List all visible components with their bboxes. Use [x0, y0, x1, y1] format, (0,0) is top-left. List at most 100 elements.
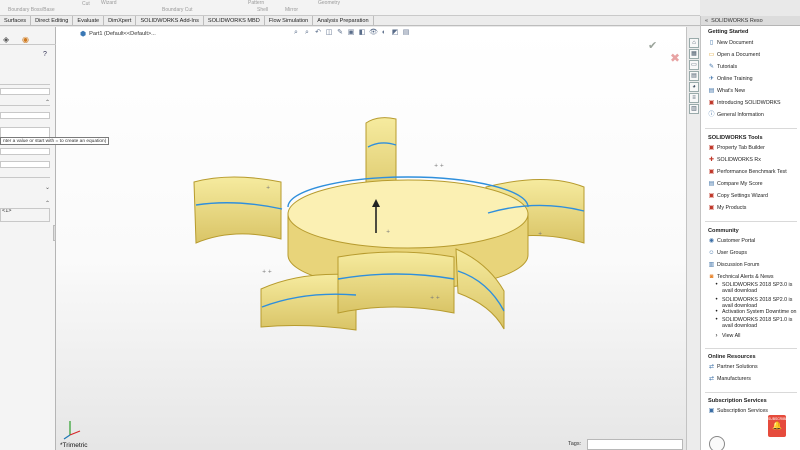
solidworks-rx-icon: ✚ [708, 157, 715, 163]
chevron-down-icon[interactable]: ⌄ [45, 184, 50, 191]
link-whats-new[interactable]: ▤ What's New [708, 88, 800, 95]
link-online-training[interactable]: ✈ Online Training [708, 76, 800, 83]
link-introducing-solidworks[interactable]: ▣ Introducing SOLIDWORKS [708, 100, 800, 107]
sketch-point-marker: + + [434, 163, 444, 169]
tab-solidworks-mbd[interactable]: SOLIDWORKS MBD [204, 16, 265, 25]
graphics-area[interactable]: ⬢ Part1 (Default<<Default>... ⌕ ⌕ ↶ ◫ ✎ … [56, 27, 698, 450]
task-pane-title: SOLIDWORKS Reso [711, 18, 763, 24]
view-palette-icon[interactable]: ▤ [689, 71, 699, 81]
fin-front [337, 251, 455, 314]
link-performance-benchmark[interactable]: ▣ Performance Benchmark Test [708, 169, 800, 176]
link-property-tab-builder[interactable]: ▣ Property Tab Builder [708, 145, 800, 152]
link-manufacturers[interactable]: ⇄ Manufacturers [708, 376, 800, 383]
tab-direct-editing[interactable]: Direct Editing [31, 16, 74, 25]
solidworks-forum-icon[interactable]: ▥ [689, 104, 699, 114]
value-input-2[interactable] [0, 148, 50, 155]
link-new-document[interactable]: ▯ New Document [708, 40, 800, 47]
wizard-label[interactable]: Wizard [101, 0, 117, 6]
sketch-point-marker: + [386, 229, 390, 235]
info-icon: ⓘ [708, 112, 715, 118]
link-my-products[interactable]: ▣ My Products [708, 205, 800, 212]
geometry-label[interactable]: Geometry [318, 0, 340, 6]
task-pane-header: « SOLIDWORKS Reso [701, 16, 800, 26]
custom-properties-icon[interactable]: ≡ [689, 93, 699, 103]
sketch-point-marker: + + [430, 295, 440, 301]
bullet-icon: • [715, 282, 718, 288]
link-customer-portal[interactable]: ◉ Customer Portal [708, 238, 800, 245]
link-open-document[interactable]: ▭ Open a Document [708, 52, 800, 59]
help-icon[interactable]: ? [43, 51, 47, 58]
property-dropdown-2[interactable] [0, 112, 50, 119]
task-pane: « SOLIDWORKS Reso Getting Started ▯ New D… [700, 16, 800, 450]
news-item[interactable]: • SOLIDWORKS 2018 SP3.0 is avail download [713, 282, 799, 294]
discussion-forum-icon: ▥ [708, 262, 715, 268]
link-technical-alerts[interactable]: ◙ Technical Alerts & News [708, 274, 800, 281]
partner-solutions-icon: ⇄ [708, 364, 715, 370]
customer-portal-icon: ◉ [708, 238, 715, 244]
section-online-resources: Online Resources [708, 354, 756, 360]
divider [705, 348, 797, 349]
introducing-icon: ▣ [708, 100, 715, 106]
bullet-icon: • [715, 317, 718, 323]
tags-input[interactable] [587, 439, 683, 450]
manager-tabs: ◈ ◉ [0, 35, 56, 45]
news-item[interactable]: • SOLIDWORKS 2018 SP1.0 is avail download [713, 317, 799, 329]
copy-settings-icon: ▣ [708, 193, 715, 199]
design-library-icon[interactable]: ▦ [689, 49, 699, 59]
collapse-pane-icon[interactable]: « [705, 16, 708, 25]
mirror-label[interactable]: Mirror [285, 7, 298, 13]
new-document-icon: ▯ [709, 40, 714, 46]
online-training-icon: ✈ [708, 76, 715, 82]
link-user-groups[interactable]: ☺ User Groups [708, 250, 800, 257]
divider [705, 392, 797, 393]
equation-tooltip: nter a value or start with = to create a… [0, 137, 110, 145]
command-manager: Boundary Boss/Base Wizard Cut Boundary C… [0, 0, 700, 16]
divider [0, 105, 50, 106]
cut-label[interactable]: Cut [82, 1, 90, 7]
my-products-icon: ▣ [708, 205, 715, 211]
property-manager-tab-icon[interactable]: ◈ [3, 35, 9, 44]
avatar[interactable] [709, 436, 725, 450]
section-subscription-services: Subscription Services [708, 398, 767, 404]
property-dropdown[interactable] [0, 88, 50, 95]
subscribe-badge[interactable]: SUBSCRIBE 🔔 [768, 415, 788, 437]
file-explorer-icon[interactable]: ▭ [689, 60, 699, 70]
tab-surfaces[interactable]: Surfaces [0, 16, 32, 25]
tab-dimxpert[interactable]: DimXpert [104, 16, 137, 25]
link-general-information[interactable]: ⓘ General Information [708, 112, 800, 119]
boundary-boss-label[interactable]: Boundary Boss/Base [8, 7, 55, 13]
bell-icon: 🔔 [772, 421, 782, 430]
tags-label: Tags: [568, 441, 582, 447]
chevron-up-icon[interactable]: ⌃ [45, 200, 50, 207]
appearances-icon[interactable]: ◕ [689, 82, 699, 92]
sketch-point-marker: + [266, 185, 270, 191]
shell-label[interactable]: Shell [257, 7, 268, 13]
pattern-label[interactable]: Pattern [248, 0, 264, 6]
boundary-cut-label[interactable]: Boundary Cut [162, 7, 193, 13]
tab-solidworks-add-ins[interactable]: SOLIDWORKS Add-Ins [136, 16, 204, 25]
tab-flow-simulation[interactable]: Flow Simulation [265, 16, 314, 25]
task-pane-tabs: ⌂ ▦ ▭ ▤ ◕ ≡ ▥ [686, 27, 700, 450]
link-compare-my-score[interactable]: ▤ Compare My Score [708, 181, 800, 188]
link-copy-settings-wizard[interactable]: ▣ Copy Settings Wizard [708, 193, 800, 200]
display-manager-tab-icon[interactable]: ◉ [22, 35, 29, 44]
value-input-3[interactable] [0, 161, 50, 168]
part-model[interactable]: + + + + + + + + + [56, 27, 698, 450]
property-tab-builder-icon: ▣ [708, 145, 715, 151]
view-orientation-label: *Trimetric [60, 442, 88, 449]
news-item[interactable]: • Activation System Downtime on [713, 309, 799, 316]
link-tutorials[interactable]: ✎ Tutorials [708, 64, 800, 71]
link-solidworks-rx[interactable]: ✚ SOLIDWORKS Rx [708, 157, 800, 164]
tab-analysis-preparation[interactable]: Analysis Preparation [313, 16, 374, 25]
link-partner-solutions[interactable]: ⇄ Partner Solutions [708, 364, 800, 371]
equation-input[interactable] [0, 208, 50, 222]
tab-evaluate[interactable]: Evaluate [73, 16, 105, 25]
news-item[interactable]: • SOLIDWORKS 2018 SP2.0 is avail download [713, 297, 799, 309]
link-view-all[interactable]: › View All [713, 333, 800, 340]
link-discussion-forum[interactable]: ▥ Discussion Forum [708, 262, 800, 269]
link-subscription-services[interactable]: ▣ Subscription Services [708, 408, 800, 415]
home-icon[interactable]: ⌂ [689, 38, 699, 48]
bullet-icon: • [715, 297, 718, 303]
section-community: Community [708, 228, 739, 234]
command-tabs: Surfaces Direct Editing Evaluate DimXper… [0, 16, 700, 26]
